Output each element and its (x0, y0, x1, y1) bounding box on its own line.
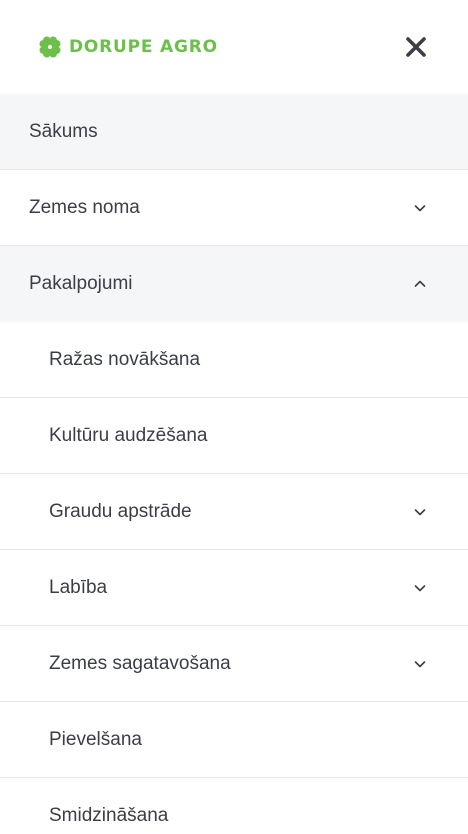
submenu-item-label: Pievelšana (49, 728, 142, 750)
submenu-item-label: Kultūru audzēšana (49, 424, 208, 446)
logo[interactable]: DORUPE AGRO (35, 32, 218, 62)
submenu-item-smidzinasana[interactable]: Smidzināšana (0, 778, 468, 834)
submenu-item-zemes-sagatavosana[interactable]: Zemes sagatavošana (0, 626, 468, 702)
submenu-item-label: Zemes sagatavošana (49, 652, 231, 674)
site-header: DORUPE AGRO (0, 0, 468, 94)
chevron-down-icon[interactable] (412, 656, 428, 672)
chevron-down-icon[interactable] (412, 504, 428, 520)
submenu-item-graudu-apstrade[interactable]: Graudu apstrāde (0, 474, 468, 550)
chevron-down-icon[interactable] (412, 580, 428, 596)
submenu-item-labiba[interactable]: Labība (0, 550, 468, 626)
submenu-item-label: Labība (49, 576, 108, 598)
menu-item-label: Zemes noma (29, 196, 140, 218)
submenu-item-label: Ražas novākšana (49, 348, 201, 370)
menu-item-sakums[interactable]: Sākums (0, 94, 468, 170)
close-menu-button[interactable] (402, 33, 430, 61)
chevron-down-icon[interactable] (412, 200, 428, 216)
logo-text: DORUPE AGRO (69, 37, 218, 57)
close-icon (406, 37, 426, 57)
submenu-item-label: Graudu apstrāde (49, 500, 192, 522)
submenu-item-pievelsana[interactable]: Pievelšana (0, 702, 468, 778)
menu-item-label: Pakalpojumi (29, 273, 133, 294)
menu-item-label: Sākums (29, 120, 98, 142)
main-menu: Sākums Zemes noma Pakalpojumi Ražas novā… (0, 94, 468, 834)
submenu-item-razas-novaksana[interactable]: Ražas novākšana (0, 322, 468, 398)
chevron-up-icon[interactable] (412, 276, 428, 292)
menu-item-pakalpojumi[interactable]: Pakalpojumi (0, 246, 468, 322)
submenu-item-kulturu-audzesana[interactable]: Kultūru audzēšana (0, 398, 468, 474)
menu-item-zemes-noma[interactable]: Zemes noma (0, 170, 468, 246)
submenu-item-label: Smidzināšana (49, 804, 169, 826)
clover-logo-icon (39, 36, 61, 58)
